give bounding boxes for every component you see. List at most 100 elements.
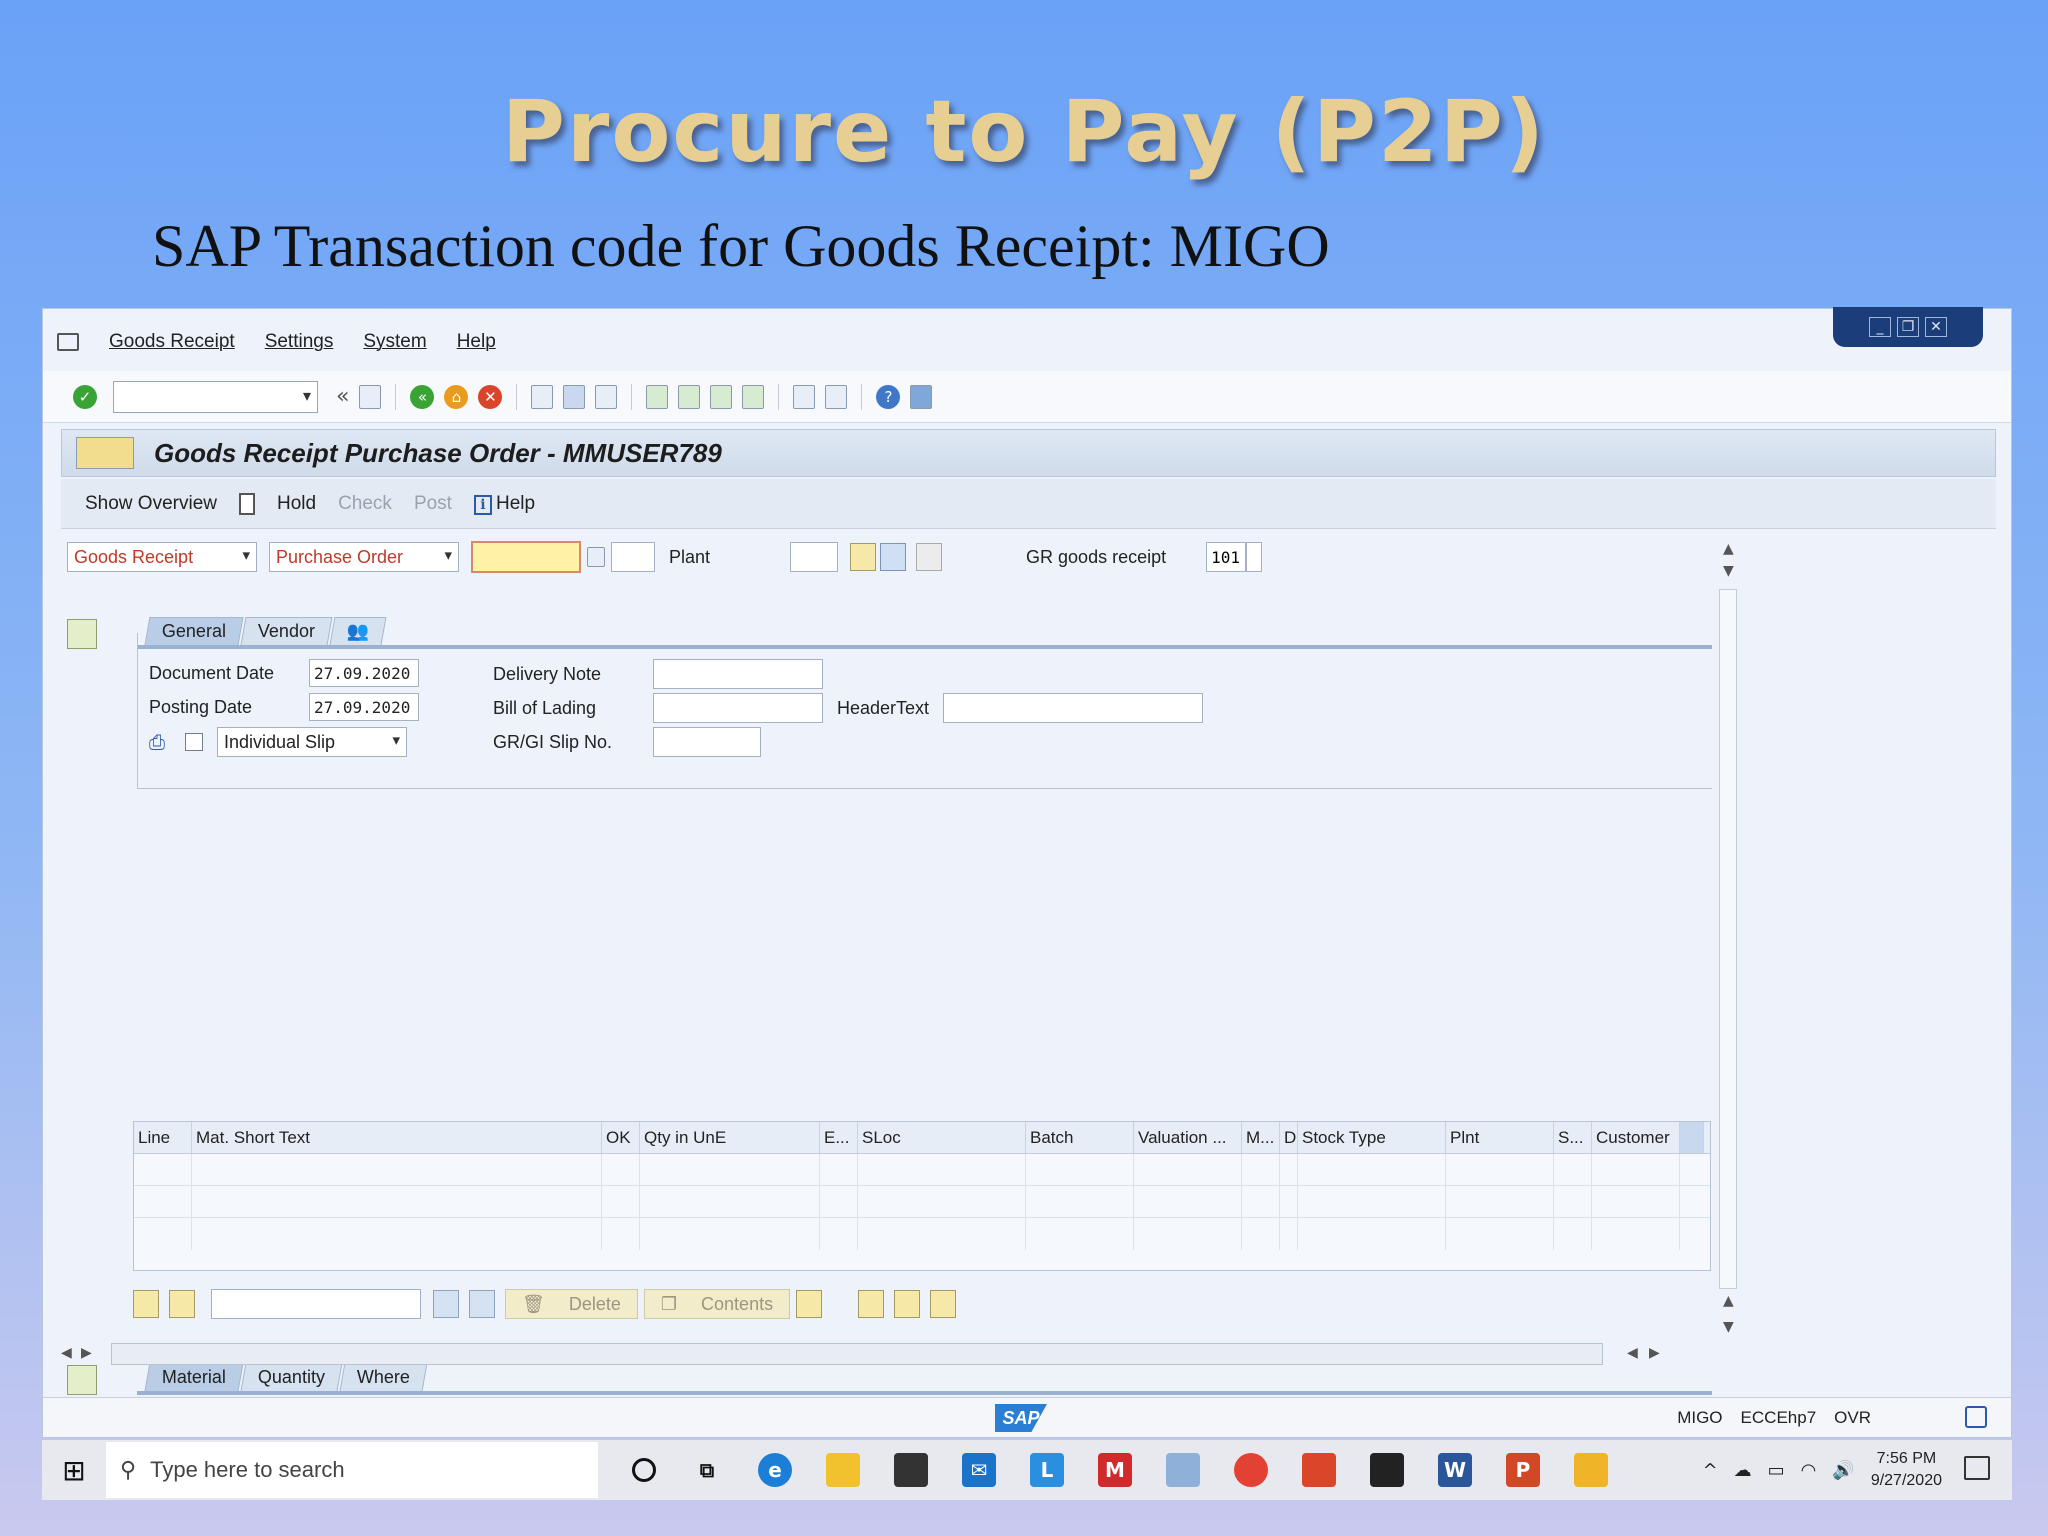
scroll-up-icon[interactable]: ▲ (1723, 541, 1734, 557)
col-e[interactable]: E... (820, 1122, 858, 1153)
tab-quantity[interactable]: Quantity (240, 1363, 343, 1391)
last-page-icon[interactable] (742, 384, 765, 409)
volume-icon[interactable]: 🔊 (1832, 1460, 1854, 1481)
po-number-field[interactable] (471, 541, 581, 573)
deselect-all-icon[interactable] (169, 1290, 195, 1318)
menu-system[interactable]: System (363, 331, 426, 353)
file-explorer-icon[interactable] (826, 1453, 860, 1487)
mcafee-icon[interactable]: M (1098, 1453, 1132, 1487)
col-plnt[interactable]: Plnt (1446, 1122, 1554, 1153)
find-icon[interactable] (563, 384, 586, 409)
status-transaction[interactable]: MIGO (1677, 1408, 1722, 1428)
menu-help[interactable]: Help (457, 331, 496, 353)
shortcut-icon[interactable] (825, 384, 848, 409)
execute-icon[interactable] (850, 543, 877, 571)
detail-toggle-icon[interactable] (67, 1365, 97, 1395)
new-document-icon[interactable] (239, 492, 255, 515)
print-icon[interactable] (531, 384, 554, 409)
find-icon[interactable] (433, 1290, 459, 1318)
select-all-icon[interactable] (133, 1290, 159, 1318)
col-m[interactable]: M... (1242, 1122, 1280, 1153)
wifi-icon[interactable]: ◠ (1801, 1460, 1817, 1481)
clock[interactable]: 7:56 PM 9/27/2020 (1871, 1448, 1942, 1492)
posting-date-field[interactable]: 27.09.2020 (309, 693, 419, 721)
table-row[interactable] (134, 1218, 1710, 1250)
scroll-right-icon[interactable]: ▶ (81, 1345, 92, 1361)
find-icon[interactable] (880, 543, 907, 571)
system-menu-icon[interactable] (57, 333, 79, 351)
delivery-note-field[interactable] (653, 659, 823, 689)
col-s[interactable]: S... (1554, 1122, 1592, 1153)
next-page-icon[interactable] (710, 384, 733, 409)
contents-button[interactable]: ❐ Contents (643, 1289, 791, 1319)
post-button[interactable]: Post (414, 493, 452, 515)
po-item-field[interactable] (611, 542, 655, 572)
collapse-command-icon[interactable]: « (336, 384, 349, 409)
find-next-icon[interactable] (595, 384, 618, 409)
windows-start-icon[interactable]: ⊞ (42, 1440, 106, 1500)
save-icon[interactable] (359, 384, 382, 409)
movement-type-field[interactable]: 101 (1206, 542, 1247, 572)
col-mat-short-text[interactable]: Mat. Short Text (192, 1122, 602, 1153)
cancel-icon[interactable]: ✕ (478, 384, 503, 409)
menu-goods-receipt[interactable]: Goods Receipt (109, 331, 235, 353)
item-details-icon[interactable] (930, 1290, 957, 1318)
mail-icon[interactable]: ✉ (962, 1453, 996, 1487)
calculator-icon[interactable] (916, 543, 943, 571)
sap-logon-icon[interactable] (1574, 1453, 1608, 1487)
taskbar-search[interactable]: ⚲ Type here to search (106, 1442, 598, 1498)
col-qty-in-une[interactable]: Qty in UnE (640, 1122, 820, 1153)
printer-icon[interactable]: ⎙ (149, 730, 165, 754)
show-overview-button[interactable]: Show Overview (85, 493, 217, 515)
action-dropdown[interactable]: Goods Receipt (67, 542, 257, 572)
expand-icon[interactable] (796, 1290, 823, 1318)
col-customer[interactable]: Customer (1592, 1122, 1680, 1153)
customize-layout-icon[interactable] (910, 384, 933, 409)
item-search-field[interactable] (211, 1289, 421, 1319)
lock-icon[interactable] (1965, 1406, 1987, 1428)
app-l-icon[interactable]: L (1030, 1453, 1064, 1487)
find-next-icon[interactable] (469, 1290, 495, 1318)
close-icon[interactable]: ✕ (1925, 317, 1947, 337)
minimize-icon[interactable]: _ (1869, 317, 1891, 337)
help-icon[interactable]: ? (876, 384, 901, 409)
col-sloc[interactable]: SLoc (858, 1122, 1026, 1153)
transaction-icon[interactable] (76, 437, 134, 469)
status-mode[interactable]: OVR (1834, 1408, 1871, 1428)
notification-icon[interactable] (1964, 1456, 1990, 1480)
menu-settings[interactable]: Settings (265, 331, 334, 353)
print-checkbox[interactable] (185, 733, 203, 751)
previous-page-icon[interactable] (678, 384, 701, 409)
task-view-icon[interactable]: ⧉ (690, 1453, 724, 1487)
restore-icon[interactable]: ❐ (1897, 317, 1919, 337)
scroll-down-icon[interactable]: ▼ (1723, 1319, 1734, 1335)
table-row[interactable] (134, 1186, 1710, 1218)
movement-indicator-field[interactable] (1246, 542, 1263, 572)
po-search-help-icon[interactable] (587, 547, 605, 567)
sticky-notes-icon[interactable] (1370, 1453, 1404, 1487)
gr-gi-slip-field[interactable] (653, 727, 761, 757)
col-valuation[interactable]: Valuation ... (1134, 1122, 1242, 1153)
chrome-icon[interactable] (1234, 1453, 1268, 1487)
battery-icon[interactable]: ▭ (1768, 1460, 1785, 1481)
delete-button[interactable]: 🗑 Delete (505, 1289, 638, 1319)
back-icon[interactable]: « (410, 384, 435, 409)
help-button[interactable]: i Help (473, 493, 535, 515)
document-date-field[interactable]: 27.09.2020 (309, 659, 419, 687)
store-icon[interactable] (894, 1453, 928, 1487)
header-text-field[interactable] (943, 693, 1204, 723)
col-d[interactable]: D (1280, 1122, 1298, 1153)
chevron-up-icon[interactable]: ^ (1703, 1460, 1718, 1481)
stock-overview-icon[interactable] (858, 1290, 885, 1318)
bill-of-lading-field[interactable] (653, 693, 823, 723)
first-page-icon[interactable] (646, 384, 669, 409)
edge-icon[interactable]: e (758, 1453, 792, 1487)
office-icon[interactable] (1302, 1453, 1336, 1487)
add-item-icon[interactable] (894, 1290, 921, 1318)
col-stock-type[interactable]: Stock Type (1298, 1122, 1446, 1153)
onedrive-icon[interactable]: ☁ (1734, 1460, 1752, 1481)
cortana-icon[interactable] (632, 1458, 656, 1482)
horizontal-scrollbar[interactable] (111, 1343, 1603, 1365)
powerpoint-icon[interactable]: P (1506, 1453, 1540, 1487)
enter-check-icon[interactable]: ✓ (73, 384, 97, 409)
